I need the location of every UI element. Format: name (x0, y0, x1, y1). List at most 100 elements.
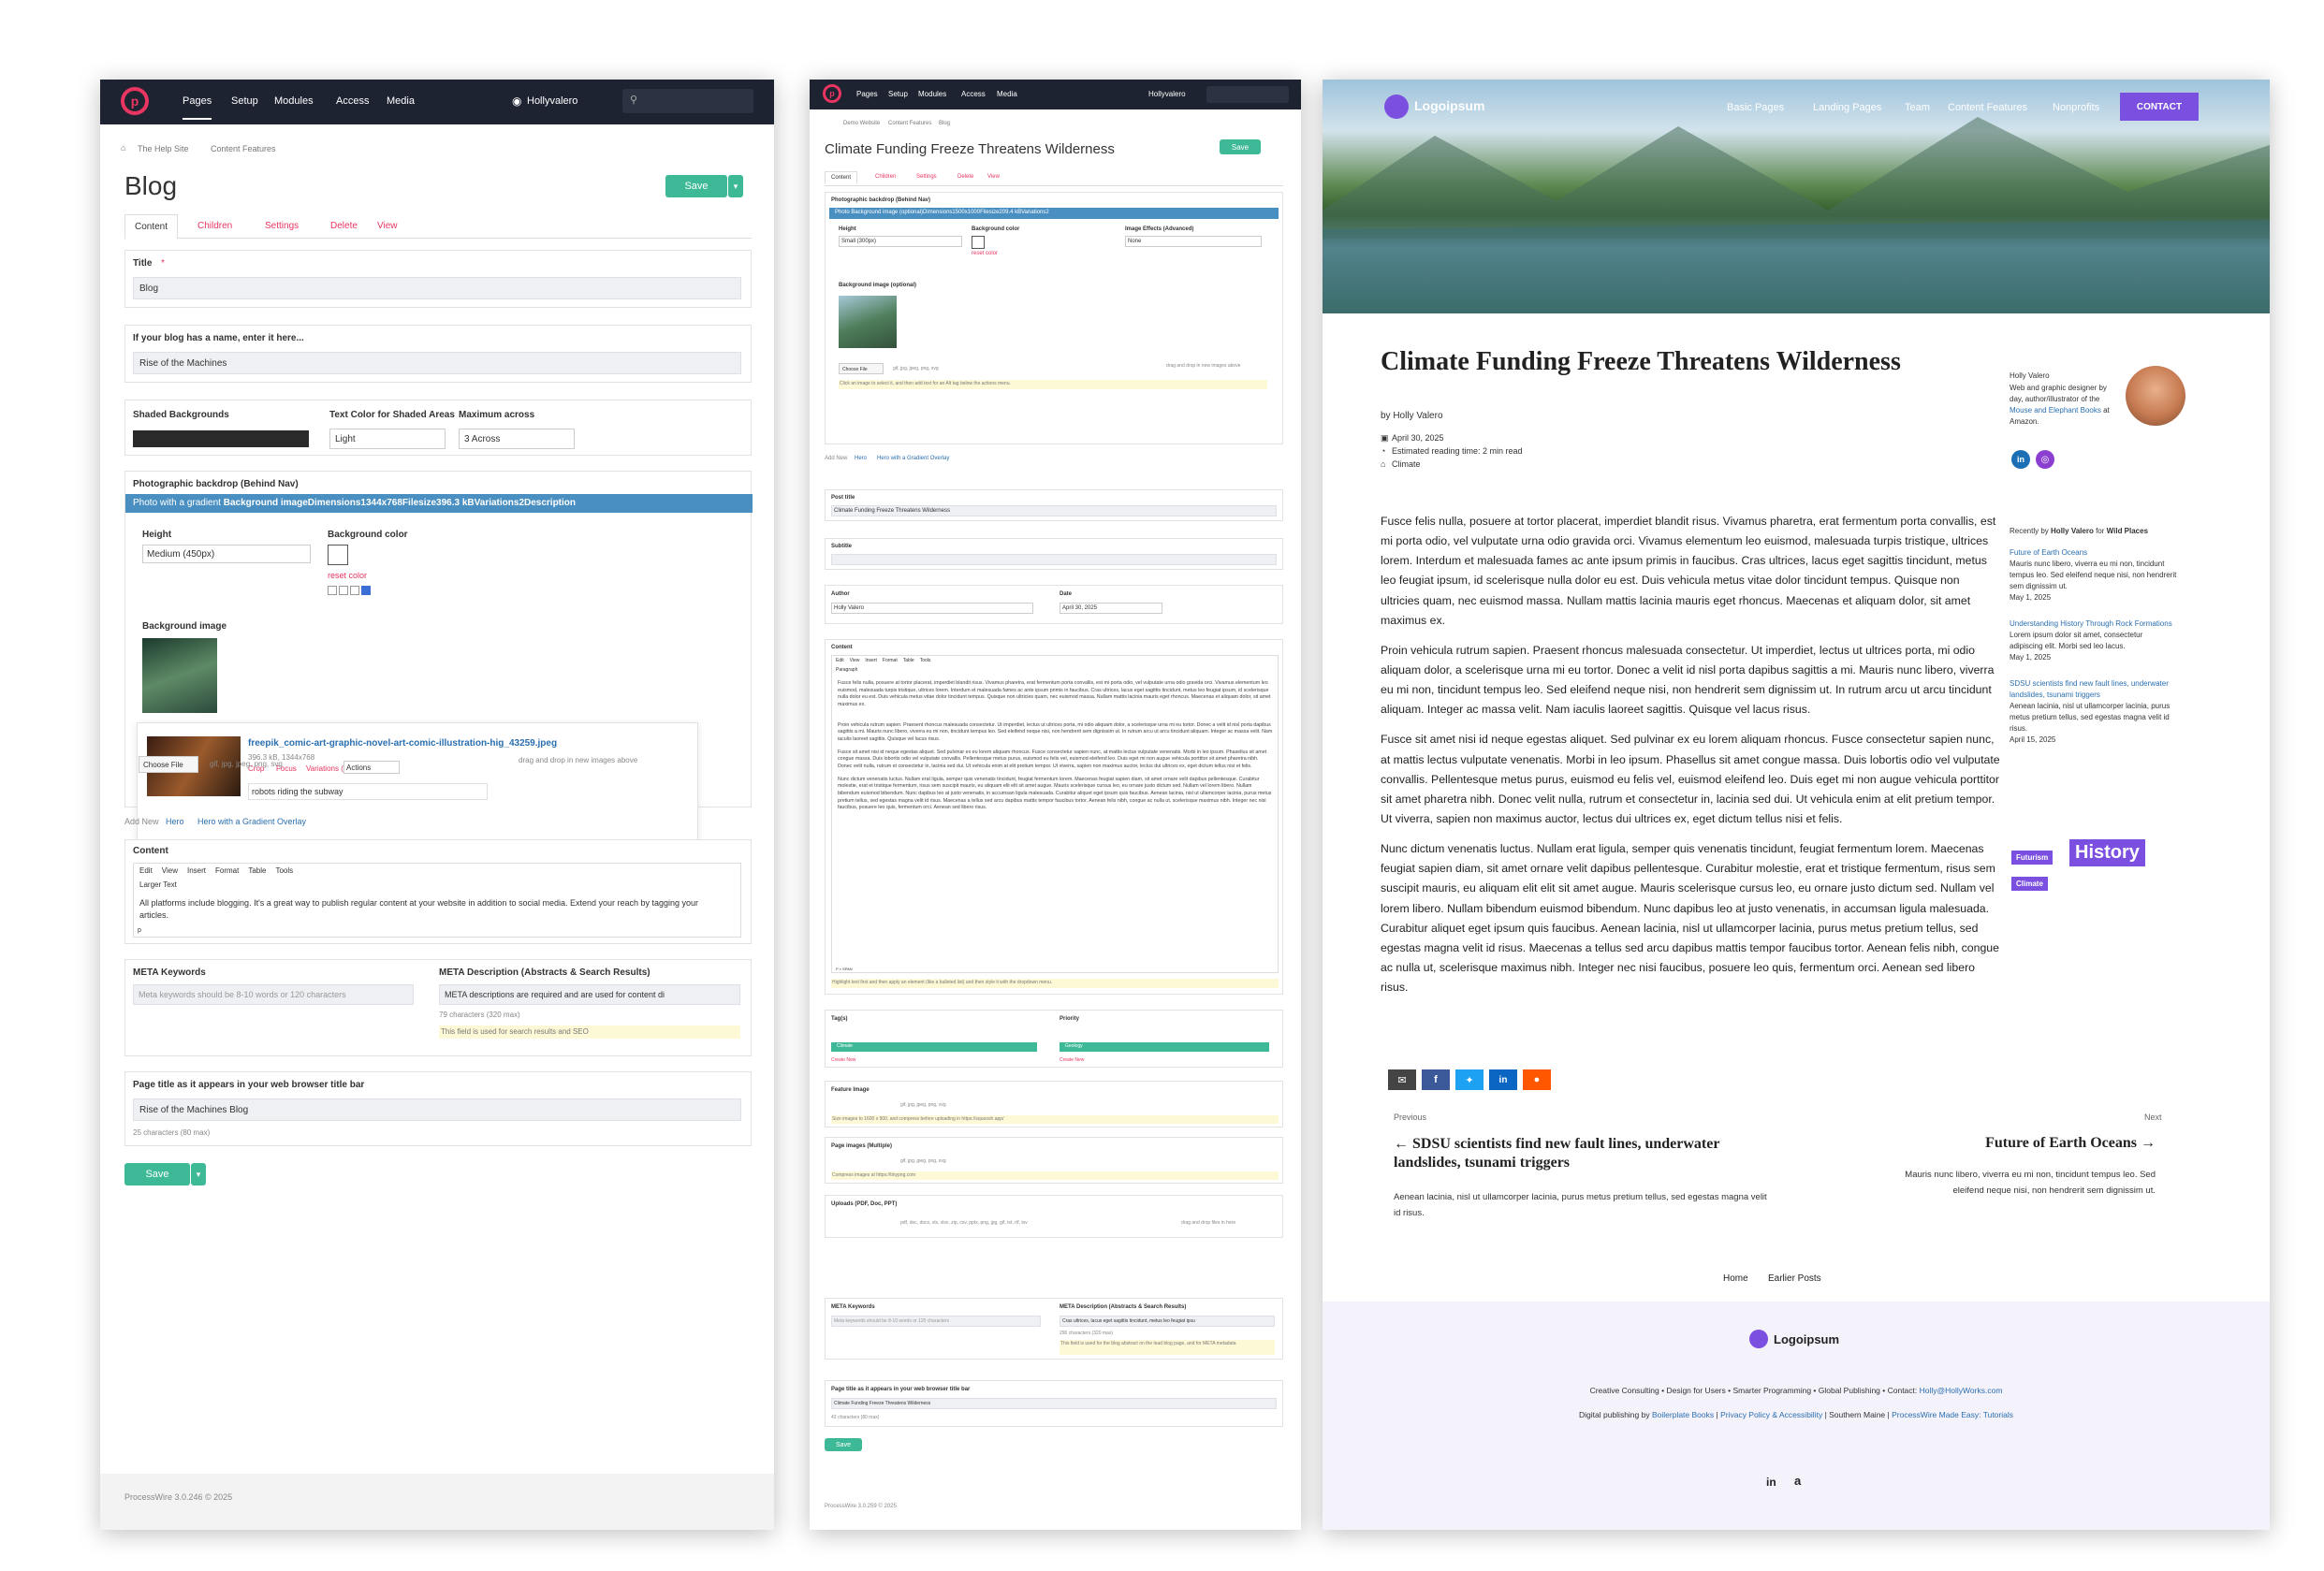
tab2-settings[interactable]: Settings (916, 174, 937, 180)
footer-nav-home[interactable]: Home (1723, 1273, 1748, 1284)
footer-nav-earlier-posts[interactable]: Earlier Posts (1768, 1273, 1821, 1284)
tab-content[interactable]: Content (124, 214, 179, 240)
height-select-2[interactable]: Small (300px) (839, 236, 962, 247)
user-menu-2[interactable]: Hollyvalero (1148, 90, 1186, 98)
tab-view[interactable]: View (377, 221, 398, 231)
breadcrumb2-3[interactable]: Blog (939, 121, 950, 126)
meta-description-input[interactable]: META descriptions are required and are u… (439, 984, 740, 1005)
search-input[interactable]: ⚲ (622, 89, 753, 113)
create-new-tag[interactable]: Create New (831, 1057, 855, 1063)
nav-media[interactable]: Media (387, 95, 415, 107)
editor2-menu-view[interactable]: View (850, 658, 860, 663)
recent-post-title[interactable]: Future of Earth Oceans (2010, 547, 2178, 559)
bg-color-swatch-2[interactable] (972, 236, 985, 249)
nav-access[interactable]: Access (336, 95, 369, 107)
height-select[interactable]: Medium (450px) (142, 545, 311, 563)
browser-title-input[interactable]: Rise of the Machines Blog (133, 1098, 741, 1121)
editor2-menu-tools[interactable]: Tools (920, 658, 931, 663)
recent-post-title[interactable]: SDSU scientists find new fault lines, un… (2010, 678, 2178, 701)
photo-repeater-bar[interactable]: Photo with a gradient Background imageDi… (125, 494, 753, 513)
bg-color-swatch[interactable] (328, 545, 348, 565)
site-nav-nonprofits[interactable]: Nonprofits (2053, 102, 2099, 113)
search-input-2[interactable] (1206, 86, 1289, 103)
file-name[interactable]: freepik_comic-art-graphic-novel-art-comi… (248, 738, 557, 749)
footer-privacy-link[interactable]: Privacy Policy & Accessibility (1720, 1410, 1822, 1419)
editor-content-2[interactable]: Fusce felis nulla, posuere at tortor pla… (838, 680, 1274, 812)
tab-children[interactable]: Children (197, 221, 232, 231)
title-input[interactable]: Blog (133, 277, 741, 299)
site-nav-team[interactable]: Team (1905, 102, 1930, 113)
editor-content[interactable]: All platforms include blogging. It's a g… (139, 897, 729, 921)
site-nav-basic-pages[interactable]: Basic Pages (1727, 102, 1784, 113)
tag-chip-climate[interactable]: Climate (831, 1042, 1037, 1052)
editor-menu-format[interactable]: Format (215, 866, 239, 875)
linkedin-icon[interactable]: in (2011, 450, 2030, 469)
tab2-children[interactable]: Children (875, 174, 896, 180)
previous-post-link[interactable]: ← SDSU scientists find new fault lines, … (1394, 1135, 1768, 1172)
breadcrumb2-2[interactable]: Content Features (888, 121, 931, 126)
breadcrumb2-1[interactable]: Demo Website (843, 121, 880, 126)
editor2-menu-edit[interactable]: Edit (836, 658, 844, 663)
linkedin-share-icon[interactable]: in (1489, 1069, 1517, 1090)
tab2-delete[interactable]: Delete (957, 174, 973, 180)
home-icon[interactable]: ⌂ (121, 143, 125, 153)
tab2-content[interactable]: Content (825, 171, 858, 184)
actions-select[interactable]: Actions (343, 761, 400, 774)
choose-file-button[interactable]: Choose File (139, 756, 198, 773)
editor2-menu-table[interactable]: Table (903, 658, 914, 663)
author-select[interactable]: Holly Valero (831, 603, 1033, 614)
nav2-setup[interactable]: Setup (888, 90, 908, 98)
meta-description-input-2[interactable]: Cras ultrices, lacus eget sagittis tinci… (1060, 1316, 1275, 1327)
save-button-2[interactable]: Save (1220, 139, 1261, 154)
twitter-share-icon[interactable]: ✦ (1455, 1069, 1484, 1090)
breadcrumb-1[interactable]: The Help Site (138, 144, 189, 153)
breadcrumb-2[interactable]: Content Features (211, 144, 276, 153)
post-tag[interactable]: Climate (1392, 459, 1421, 469)
editor-menu-insert[interactable]: Insert (187, 866, 206, 875)
add-hero-gradient-link-2[interactable]: Hero with a Gradient Overlay (877, 456, 949, 461)
tab2-view[interactable]: View (987, 174, 1000, 180)
create-new-priority[interactable]: Create New (1060, 1057, 1084, 1063)
max-across-select[interactable]: 3 Across (459, 429, 575, 449)
nav2-pages[interactable]: Pages (856, 90, 878, 98)
nav2-modules[interactable]: Modules (918, 90, 946, 98)
meta-keywords-input-2[interactable]: Meta keywords should be 8-10 words or 12… (831, 1316, 1041, 1327)
site-nav-content-features[interactable]: Content Features (1948, 102, 2027, 113)
author-book-link[interactable]: Mouse and Elephant Books (2010, 406, 2101, 415)
add-hero-link-2[interactable]: Hero (855, 456, 867, 461)
save-dropdown-bottom[interactable]: ▾ (191, 1163, 206, 1186)
add-hero-link[interactable]: Hero (166, 817, 184, 826)
contact-button[interactable]: CONTACT (2120, 93, 2199, 121)
processwire-logo[interactable]: p (121, 87, 149, 115)
color-presets[interactable] (328, 586, 374, 597)
editor-style-select-2[interactable]: Paragraph (836, 667, 857, 673)
nav-pages[interactable]: Pages (183, 95, 212, 120)
bg-image-thumb-2[interactable] (839, 296, 897, 348)
footer-email-link[interactable]: Holly@HollyWorks.com (1920, 1386, 2003, 1395)
next-post-link[interactable]: Future of Earth Oceans → (1884, 1135, 2156, 1152)
date-input[interactable]: April 30, 2025 (1060, 603, 1162, 614)
editor-menu-table[interactable]: Table (248, 866, 266, 875)
editor-menu-tools[interactable]: Tools (275, 866, 293, 875)
editor-style-select[interactable]: Larger Text (139, 880, 177, 889)
processwire-logo-2[interactable]: p (823, 84, 841, 103)
reddit-share-icon[interactable]: ● (1523, 1069, 1551, 1090)
recent-post-title[interactable]: Understanding History Through Rock Forma… (2010, 618, 2178, 630)
nav-modules[interactable]: Modules (274, 95, 314, 107)
editor-menu-view[interactable]: View (162, 866, 178, 875)
browser-title-input-2[interactable]: Climate Funding Freeze Threatens Wildern… (831, 1398, 1277, 1409)
editor-menu-edit[interactable]: Edit (139, 866, 153, 875)
instagram-icon[interactable]: ◎ (2036, 450, 2054, 469)
image-description-input[interactable]: robots riding the subway (248, 783, 488, 800)
rich-text-editor-2[interactable]: Edit View Insert Format Table Tools Paragraph… (831, 655, 1279, 973)
site-nav-landing-pages[interactable]: Landing Pages (1813, 102, 1881, 113)
tab-settings[interactable]: Settings (265, 221, 299, 231)
reset-color-link-2[interactable]: reset color (972, 251, 998, 256)
email-share-icon[interactable]: ✉ (1388, 1069, 1416, 1090)
shaded-color-swatch[interactable] (133, 430, 309, 447)
reset-color-link[interactable]: reset color (328, 571, 367, 580)
site-logo-icon[interactable] (1384, 95, 1409, 119)
save-button[interactable]: Save (665, 175, 727, 197)
save-button-bottom[interactable]: Save (124, 1163, 190, 1186)
nav-setup[interactable]: Setup (231, 95, 258, 107)
